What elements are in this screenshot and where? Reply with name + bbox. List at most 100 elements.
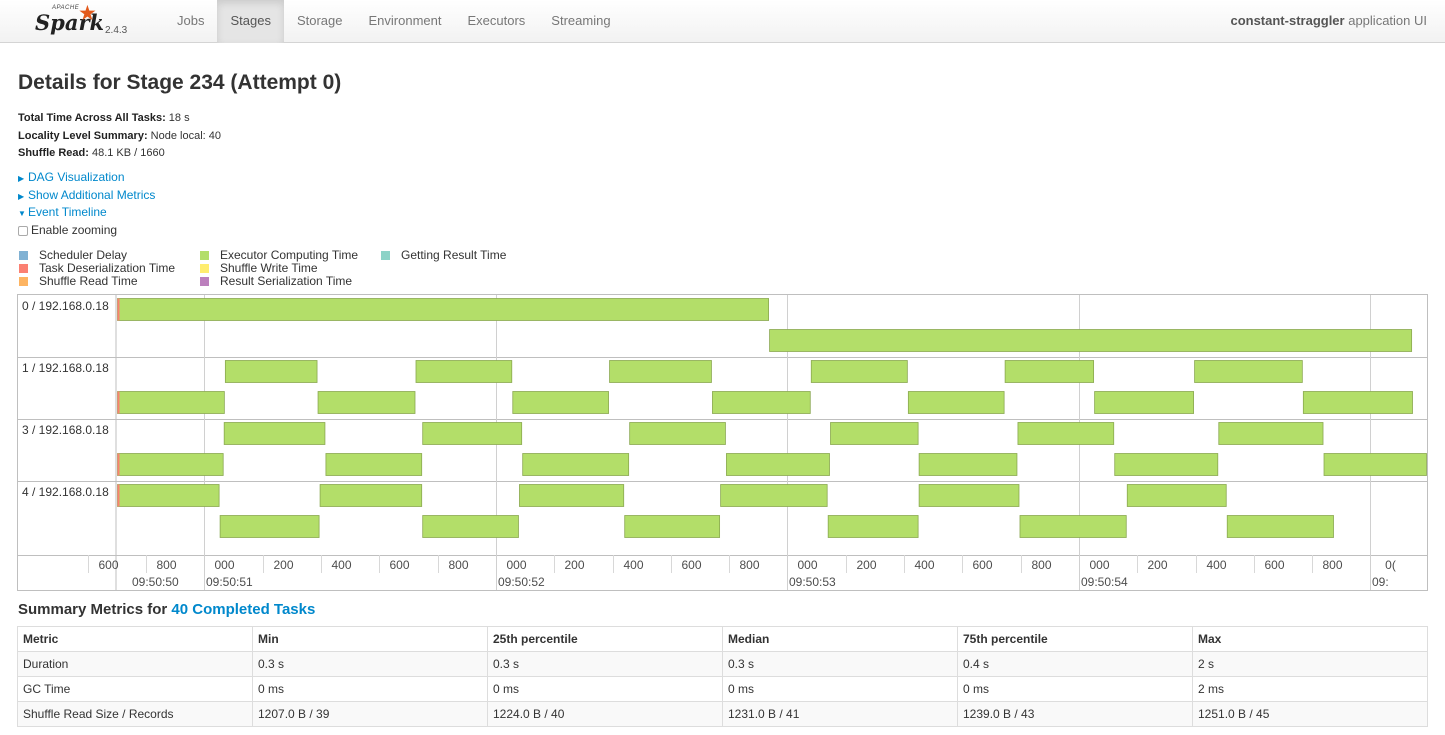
- summary-metrics-title: Summary Metrics for: [18, 601, 172, 618]
- event-timeline-toggle[interactable]: ▼ Event Timeline: [18, 205, 107, 219]
- axis-tick-label: 400: [914, 558, 934, 572]
- task-bar[interactable]: [1218, 422, 1324, 445]
- task-bar[interactable]: [918, 453, 1018, 476]
- task-bar[interactable]: [1194, 360, 1303, 383]
- event-timeline[interactable]: 600 800 000 200 400 600 800 000 200 400 600 800 000 2…: [17, 294, 1428, 591]
- additional-metrics-toggle[interactable]: ▶ Show Additional Metrics: [18, 188, 155, 202]
- task-bar[interactable]: [810, 360, 908, 383]
- tab-stages[interactable]: Stages: [217, 0, 284, 43]
- table-row: Duration 0.3 s 0.3 s 0.3 s 0.4 s 2 s: [17, 651, 1428, 677]
- task-bar[interactable]: [219, 515, 320, 538]
- axis-tick-label: 200: [564, 558, 584, 572]
- spark-logo[interactable]: APACHE Spark ★ 2.4.3: [32, 2, 132, 42]
- task-bar[interactable]: [1019, 515, 1127, 538]
- task-bar[interactable]: [918, 484, 1020, 507]
- task-bar[interactable]: [726, 453, 830, 476]
- triangle-right-icon: ▶: [18, 174, 25, 183]
- task-bar[interactable]: [512, 391, 609, 414]
- table-cell: Shuffle Read Size / Records: [17, 701, 253, 727]
- app-title: constant-straggler application UI: [1230, 0, 1427, 42]
- app-name: constant-straggler: [1230, 13, 1345, 28]
- task-bar[interactable]: [522, 453, 630, 476]
- task-bar[interactable]: [1302, 391, 1413, 414]
- task-bar[interactable]: [629, 422, 726, 445]
- task-bar[interactable]: [712, 391, 811, 414]
- tab-streaming[interactable]: Streaming: [538, 0, 623, 43]
- executor-label: 3 / 192.168.0.18: [22, 423, 109, 437]
- table-cell: 0.3 s: [487, 651, 723, 677]
- task-bar[interactable]: [1323, 453, 1427, 476]
- table-cell: 0 ms: [957, 676, 1193, 702]
- task-bar[interactable]: [769, 329, 1413, 352]
- task-deserialization-segment: [117, 391, 120, 414]
- axis-time-label: 09:: [1372, 575, 1389, 589]
- enable-zooming[interactable]: Enable zooming: [18, 223, 117, 237]
- tab-storage[interactable]: Storage: [284, 0, 356, 43]
- dag-visualization-toggle[interactable]: ▶ DAG Visualization: [18, 170, 125, 184]
- navbar: APACHE Spark ★ 2.4.3 Jobs Stages Storage…: [0, 0, 1445, 43]
- task-bar[interactable]: [325, 453, 423, 476]
- summary-value: 18 s: [165, 112, 190, 124]
- nav-tabs: Jobs Stages Storage Environment Executor…: [164, 0, 624, 43]
- task-bar[interactable]: [223, 422, 326, 445]
- task-bar[interactable]: [830, 422, 919, 445]
- axis-tick-label: 400: [331, 558, 351, 572]
- axis-tick-label: 200: [856, 558, 876, 572]
- column-header[interactable]: Median: [722, 626, 958, 652]
- task-bar[interactable]: [720, 484, 828, 507]
- triangle-right-icon: ▶: [18, 192, 25, 201]
- toggle-label: DAG Visualization: [28, 170, 125, 184]
- column-header[interactable]: 25th percentile: [487, 626, 723, 652]
- axis-tick-label: 000: [214, 558, 234, 572]
- column-header[interactable]: Max: [1192, 626, 1428, 652]
- spark-star-icon: ★: [78, 2, 97, 25]
- tab-jobs[interactable]: Jobs: [164, 0, 217, 43]
- task-bar[interactable]: [1114, 453, 1219, 476]
- summary-total-time: Total Time Across All Tasks: 18 s: [18, 110, 221, 128]
- task-bar[interactable]: [117, 453, 224, 476]
- column-header[interactable]: Min: [252, 626, 488, 652]
- task-bar[interactable]: [319, 484, 423, 507]
- axis-tick-label: 800: [448, 558, 468, 572]
- table-header-row: Metric Min 25th percentile Median 75th p…: [17, 626, 1428, 652]
- enable-zooming-checkbox[interactable]: [18, 226, 28, 236]
- task-bar[interactable]: [1004, 360, 1095, 383]
- axis-time-label: 09:50:54: [1081, 575, 1128, 589]
- column-header[interactable]: Metric: [17, 626, 253, 652]
- task-bar[interactable]: [624, 515, 721, 538]
- toggle-label: Event Timeline: [28, 205, 107, 219]
- task-bar[interactable]: [907, 391, 1005, 414]
- axis-tick-label: 800: [156, 558, 176, 572]
- task-bar[interactable]: [519, 484, 625, 507]
- task-bar[interactable]: [1226, 515, 1334, 538]
- tab-environment[interactable]: Environment: [356, 0, 455, 43]
- task-bar[interactable]: [117, 391, 225, 414]
- task-bar[interactable]: [415, 360, 513, 383]
- legend-label: Result Serialization Time: [220, 274, 353, 288]
- task-bar[interactable]: [422, 515, 519, 538]
- tab-executors[interactable]: Executors: [454, 0, 538, 43]
- task-bar[interactable]: [422, 422, 523, 445]
- task-bar[interactable]: [117, 298, 769, 321]
- task-bar[interactable]: [317, 391, 416, 414]
- task-bar[interactable]: [827, 515, 919, 538]
- app-title-suffix: application UI: [1344, 13, 1427, 28]
- enable-zooming-label: Enable zooming: [31, 223, 118, 237]
- task-bar[interactable]: [1094, 391, 1194, 414]
- task-bar[interactable]: [1017, 422, 1115, 445]
- axis-tick-label: 000: [1089, 558, 1109, 572]
- task-bar[interactable]: [117, 484, 220, 507]
- column-header[interactable]: 75th percentile: [957, 626, 1193, 652]
- axis-tick-label: 600: [98, 558, 118, 572]
- task-bar[interactable]: [609, 360, 712, 383]
- task-bar[interactable]: [224, 360, 318, 383]
- executor-label: 4 / 192.168.0.18: [22, 485, 109, 499]
- task-bar[interactable]: [1126, 484, 1227, 507]
- table-cell: 1239.0 B / 43: [957, 701, 1193, 727]
- table-cell: 0.3 s: [722, 651, 958, 677]
- table-cell: Duration: [17, 651, 253, 677]
- summary-shuffle-read: Shuffle Read: 48.1 KB / 1660: [18, 145, 221, 163]
- task-deserialization-segment: [117, 453, 120, 476]
- table-cell: 0 ms: [722, 676, 958, 702]
- completed-tasks-link[interactable]: 40 Completed Tasks: [171, 601, 315, 618]
